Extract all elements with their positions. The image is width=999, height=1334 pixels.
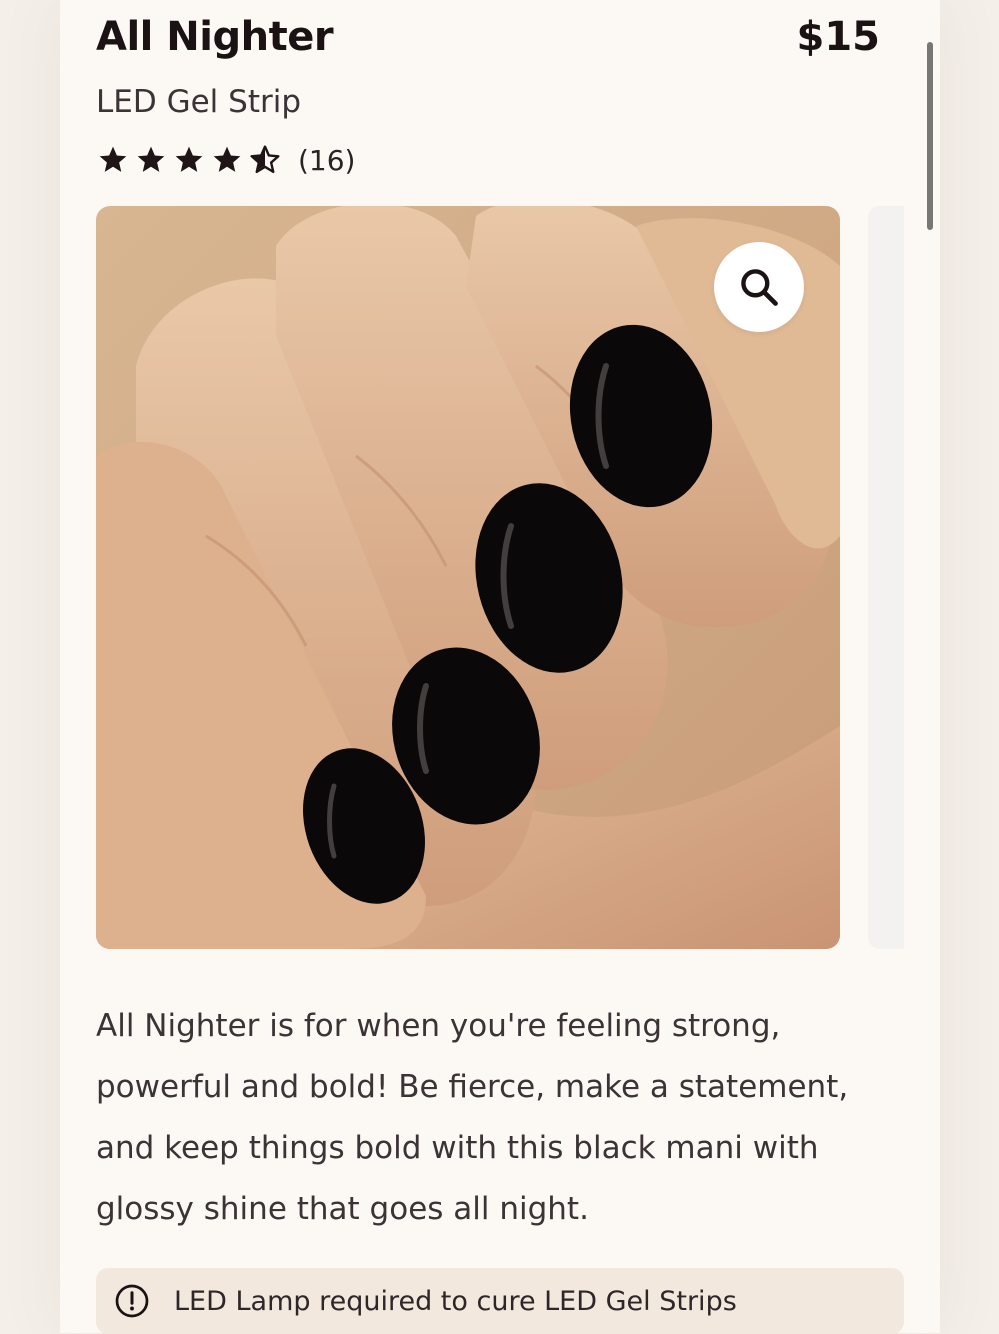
scrollbar-thumb[interactable] [927, 42, 933, 230]
info-circle-icon [115, 1284, 149, 1318]
notice-text: LED Lamp required to cure LED Gel Strips [174, 1285, 737, 1317]
product-title: All Nighter [96, 14, 334, 60]
product-price: $15 [796, 14, 881, 60]
product-page: All Nighter $15 LED Gel Strip (16) All N… [60, 0, 940, 1334]
product-description: All Nighter is for when you're feeling s… [96, 1008, 849, 1227]
star-icon [210, 144, 244, 176]
star-icon [134, 144, 168, 176]
star-icon [96, 144, 130, 176]
star-rating [96, 144, 282, 176]
led-lamp-notice: LED Lamp required to cure LED Gel Strips [96, 1268, 904, 1334]
zoom-button[interactable] [714, 242, 804, 332]
review-count: (16) [298, 143, 356, 177]
next-image-preview[interactable] [868, 206, 904, 949]
half-star-icon [248, 144, 282, 176]
product-subtitle: LED Gel Strip [96, 84, 302, 120]
product-rating[interactable]: (16) [96, 140, 355, 180]
product-image-gallery[interactable] [96, 206, 840, 949]
search-icon [741, 269, 778, 306]
star-icon [172, 144, 206, 176]
